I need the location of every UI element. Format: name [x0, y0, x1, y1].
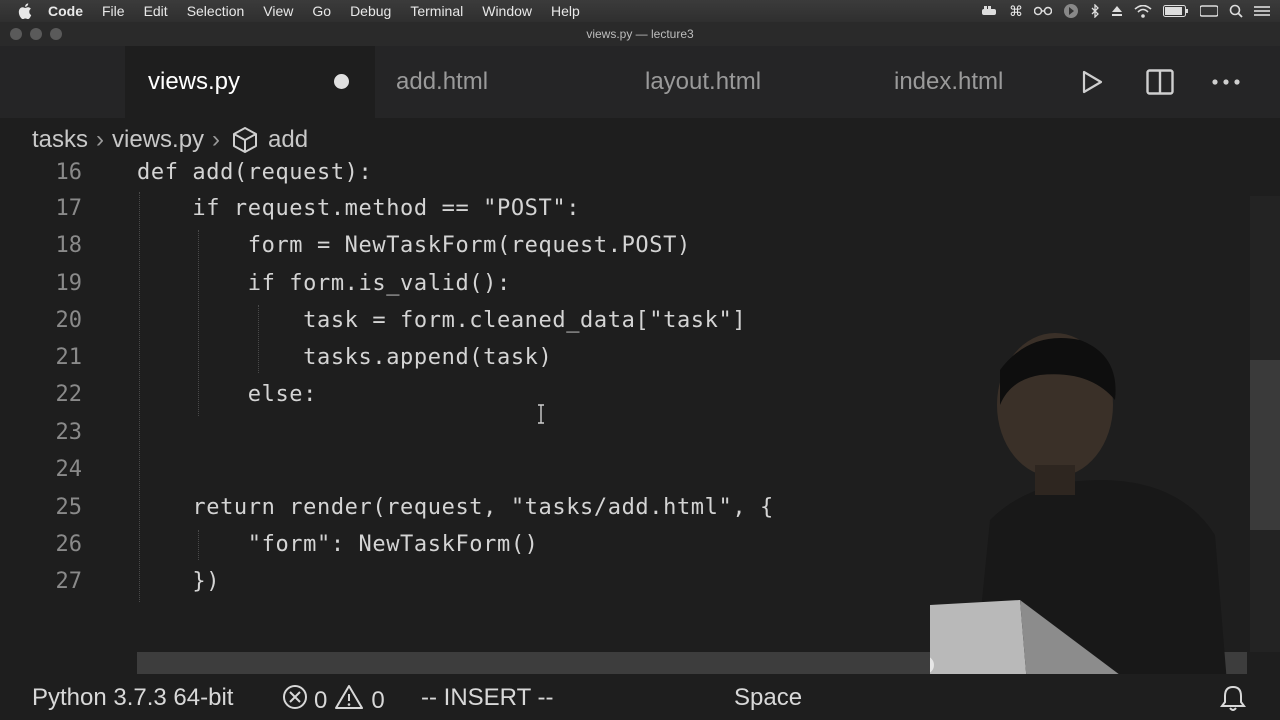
chevron-right-icon: ›: [212, 126, 221, 153]
more-icon[interactable]: [1206, 62, 1246, 102]
line-number: 20: [55, 308, 83, 333]
menu-help[interactable]: Help: [551, 3, 580, 19]
zoom-window-button[interactable]: [50, 28, 62, 40]
text-cursor-icon: [536, 404, 546, 424]
python-interpreter[interactable]: Python 3.7.3 64-bit: [32, 684, 233, 712]
status-bar: Python 3.7.3 64-bit 0 0 -- INSERT -- Spa…: [0, 674, 1280, 720]
wifi-icon[interactable]: [1134, 4, 1152, 18]
code-text: if request.method == "POST":: [137, 196, 581, 221]
code-text: if form.is_valid():: [137, 271, 511, 296]
line-number: 25: [55, 495, 83, 520]
tab-label: index.html: [894, 68, 1004, 95]
tab-index-html[interactable]: index.html: [875, 46, 1055, 118]
menu-view[interactable]: View: [263, 3, 293, 19]
code-text: form = NewTaskForm(request.POST): [137, 233, 691, 258]
tab-add-html[interactable]: add.html: [375, 46, 625, 118]
minimize-window-button[interactable]: [30, 28, 42, 40]
bluetooth-icon[interactable]: [1090, 4, 1100, 18]
code-line: 16 def add(request):: [0, 162, 1250, 191]
method-cube-icon: [232, 126, 258, 154]
presenter-video-overlay: [930, 333, 1230, 720]
battery-icon[interactable]: [1163, 5, 1189, 17]
code-line: 18 form = NewTaskForm(request.POST): [0, 227, 1250, 264]
line-number: 27: [55, 569, 83, 594]
tab-label: add.html: [396, 68, 489, 95]
close-window-button[interactable]: [10, 28, 22, 40]
menu-extras-icon[interactable]: [1200, 5, 1218, 17]
command-icon[interactable]: ⌘: [1009, 3, 1023, 20]
indentation-setting[interactable]: Space: [734, 684, 802, 712]
line-number: 19: [55, 271, 83, 296]
code-line: 19 if form.is_valid():: [0, 265, 1250, 302]
tab-label: views.py: [148, 68, 241, 95]
code-line: 17 if request.method == "POST":: [0, 190, 1250, 227]
glasses-icon[interactable]: [1034, 6, 1052, 16]
split-editor-icon[interactable]: [1140, 62, 1180, 102]
warning-icon: [335, 684, 364, 717]
line-number: 26: [55, 532, 83, 557]
chevron-right-icon: ›: [96, 126, 105, 153]
menu-go[interactable]: Go: [312, 3, 331, 19]
scrollbar-thumb[interactable]: [1250, 360, 1280, 530]
tab-layout-html[interactable]: layout.html: [625, 46, 875, 118]
code-text: task = form.cleaned_data["task"]: [137, 308, 747, 333]
code-text: }): [137, 569, 221, 594]
line-number: 18: [55, 233, 83, 258]
breadcrumb-file[interactable]: views.py: [112, 126, 204, 154]
breadcrumb-symbol[interactable]: add: [268, 126, 308, 154]
window-controls: [10, 28, 62, 40]
editor-tab-bar: views.py add.html layout.html index.html: [0, 46, 1280, 118]
code-text: "form": NewTaskForm(): [137, 532, 539, 557]
warning-count: 0: [371, 686, 385, 714]
gauge-icon[interactable]: [1063, 3, 1079, 19]
code-text: tasks.append(task): [137, 345, 553, 370]
code-text: def add(request):: [137, 162, 373, 185]
eject-icon[interactable]: [1111, 5, 1123, 17]
search-icon[interactable]: [1229, 4, 1243, 18]
vertical-scrollbar[interactable]: [1250, 196, 1280, 652]
menu-terminal[interactable]: Terminal: [410, 3, 463, 19]
menu-bar-status-area: ⌘: [980, 0, 1270, 22]
notification-center-icon[interactable]: [1254, 5, 1270, 17]
menu-file[interactable]: File: [102, 3, 125, 19]
vim-mode: -- INSERT --: [421, 684, 554, 711]
window-title: views.py — lecture3: [586, 27, 694, 41]
unsaved-dot-icon[interactable]: [334, 74, 349, 89]
code-text: else:: [137, 382, 317, 407]
menu-selection[interactable]: Selection: [187, 3, 245, 19]
menu-bar: Code File Edit Selection View Go Debug T…: [0, 0, 1280, 22]
code-text: return render(request, "tasks/add.html",…: [137, 495, 774, 520]
tab-label: layout.html: [645, 68, 762, 95]
run-icon[interactable]: [1072, 62, 1112, 102]
error-icon: [282, 684, 308, 717]
line-number: 23: [55, 420, 83, 445]
line-number: 22: [55, 382, 83, 407]
line-number: 17: [55, 196, 83, 221]
menu-window[interactable]: Window: [482, 3, 532, 19]
menu-code[interactable]: Code: [48, 3, 83, 19]
menu-edit[interactable]: Edit: [144, 3, 168, 19]
docker-icon[interactable]: [980, 5, 998, 17]
breadcrumb-folder[interactable]: tasks: [32, 126, 88, 154]
tab-views-py[interactable]: views.py: [125, 46, 375, 118]
notification-bell-icon[interactable]: [1220, 684, 1246, 712]
line-number: 16: [55, 162, 83, 185]
window-title-bar: views.py — lecture3: [0, 22, 1280, 46]
line-number: 21: [55, 345, 83, 370]
line-number: 24: [55, 457, 83, 482]
breadcrumb: tasks › views.py › add: [0, 118, 1280, 162]
error-count: 0: [314, 686, 328, 714]
problems-indicator[interactable]: 0 0: [282, 684, 385, 717]
menu-debug[interactable]: Debug: [350, 3, 391, 19]
apple-icon[interactable]: [18, 3, 36, 19]
